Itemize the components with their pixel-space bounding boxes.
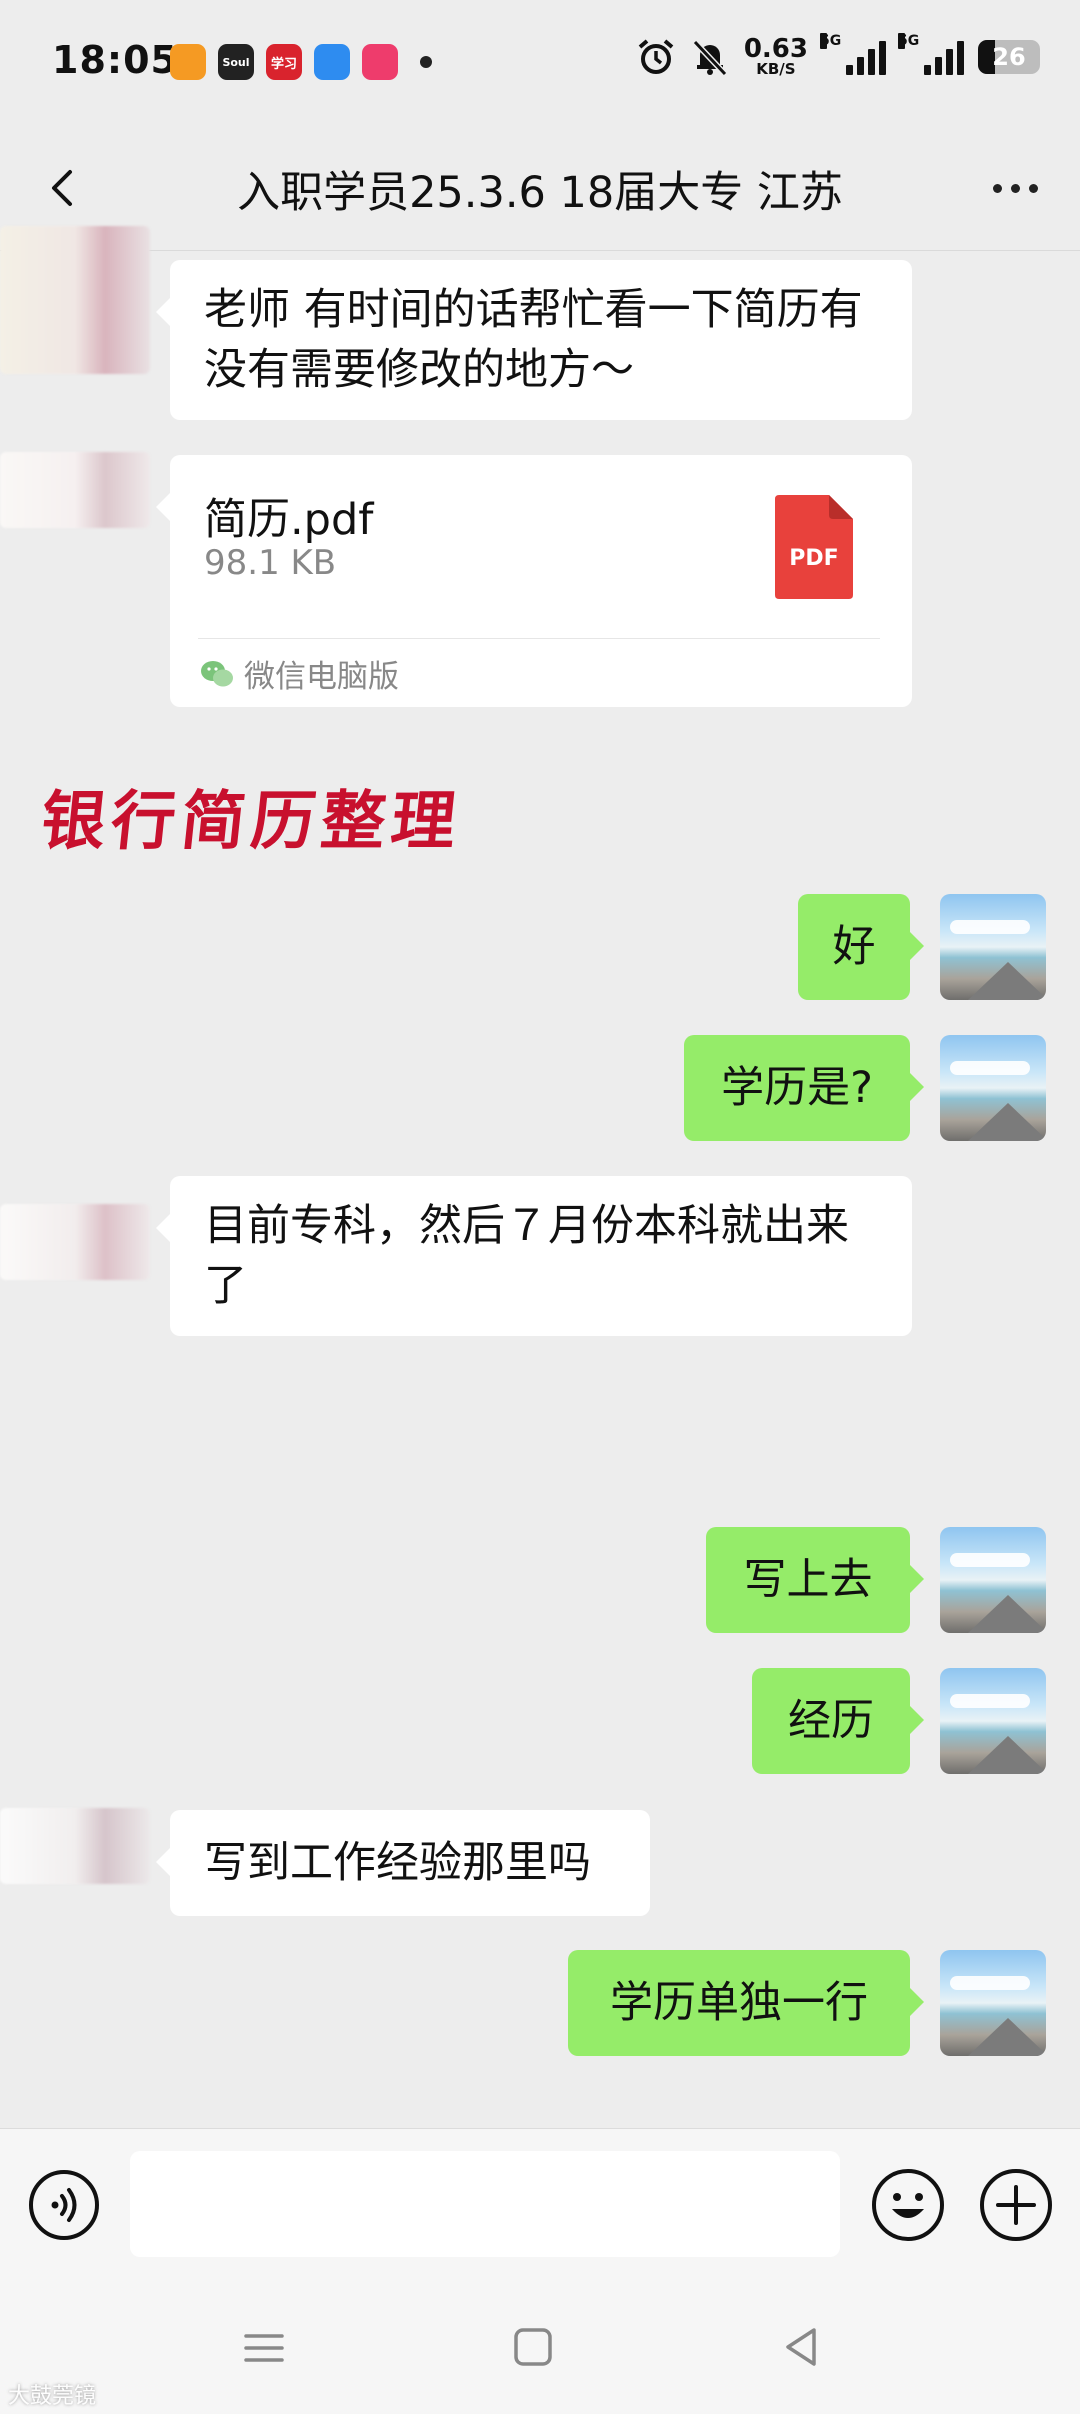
wechat-icon: [201, 660, 233, 686]
notification-app-icons: Soul 学习: [170, 44, 432, 80]
system-icons: 0.63 KB/S 5G 5G 26: [636, 32, 1040, 78]
message-bubble-received[interactable]: 老师 有时间的话帮忙看一下简历有没有需要修改的地方～: [156, 260, 912, 420]
network-speed: 0.63 KB/S: [743, 34, 808, 78]
more-notifications-dot: [420, 56, 432, 68]
file-source: 微信电脑版: [200, 651, 399, 696]
home-nav-icon[interactable]: [512, 2326, 554, 2368]
pdf-file-icon: PDF: [775, 495, 853, 599]
message-bubble-sent[interactable]: 写上去: [706, 1527, 924, 1633]
system-navigation-bar: [0, 2278, 1080, 2414]
contact-avatar[interactable]: [0, 226, 150, 374]
my-avatar[interactable]: [940, 1668, 1046, 1774]
chat-title: 入职学员25.3.6 18届大专 江苏: [237, 168, 843, 218]
signal-icon: 5G: [820, 32, 886, 75]
status-time: 18:05: [52, 38, 178, 82]
message-bubble-received[interactable]: 写到工作经验那里吗: [156, 1810, 650, 1916]
mute-bell-icon: [692, 39, 728, 76]
message-input[interactable]: [130, 2151, 840, 2257]
watermark: 大鼓莞镜: [8, 2384, 97, 2409]
files-app-icon: [314, 44, 350, 80]
file-message-card[interactable]: 简历.pdf 98.1 KB PDF 微信电脑版: [156, 455, 912, 707]
my-avatar[interactable]: [940, 894, 1046, 1000]
voice-icon[interactable]: [28, 2169, 100, 2241]
battery-icon: 26: [978, 39, 1040, 74]
divider: [198, 638, 880, 639]
svg-text:PDF: PDF: [789, 546, 838, 571]
my-avatar[interactable]: [940, 1527, 1046, 1633]
app-notification-icon: [170, 44, 206, 80]
status-bar: 18:05 Soul 学习 0.63 KB/S 5G 5G 26: [0, 0, 1080, 128]
message-bubble-sent[interactable]: 学历单独一行: [568, 1950, 924, 2056]
contact-avatar[interactable]: [0, 452, 150, 528]
signal-icon-2: 5G: [898, 32, 964, 75]
emoji-icon[interactable]: [870, 2167, 946, 2243]
contact-avatar[interactable]: [0, 1808, 150, 1884]
menu-nav-icon[interactable]: [244, 2328, 284, 2368]
plus-circle-icon[interactable]: [978, 2167, 1054, 2243]
my-avatar[interactable]: [940, 1035, 1046, 1141]
message-bubble-sent[interactable]: 好: [798, 894, 924, 1000]
soul-app-icon: Soul: [218, 44, 254, 80]
red-app-icon: [362, 44, 398, 80]
alarm-icon: [638, 38, 674, 74]
contact-avatar[interactable]: [0, 1204, 150, 1280]
message-bubble-sent[interactable]: 经历: [752, 1668, 924, 1774]
chat-header: 入职学员25.3.6 18届大专 江苏: [0, 128, 1080, 251]
xuexi-app-icon: 学习: [266, 44, 302, 80]
message-bubble-received[interactable]: 目前专科，然后７月份本科就出来了: [156, 1176, 912, 1336]
file-name: 简历.pdf: [204, 495, 374, 545]
more-dots-icon[interactable]: [980, 160, 1050, 216]
my-avatar[interactable]: [940, 1950, 1046, 2056]
overlay-title: 银行简历整理: [37, 784, 466, 859]
message-bubble-sent[interactable]: 学历是?: [684, 1035, 924, 1141]
chat-input-bar: [0, 2128, 1080, 2279]
back-nav-icon[interactable]: [780, 2324, 822, 2370]
file-size: 98.1 KB: [204, 543, 337, 583]
